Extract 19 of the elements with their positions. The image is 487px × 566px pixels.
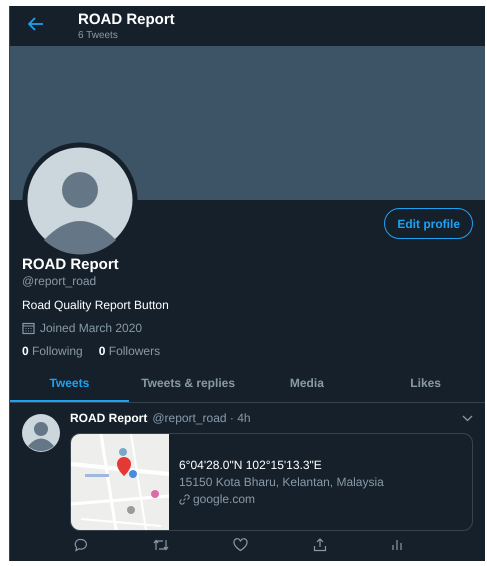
joined-date: Joined March 2020: [40, 321, 142, 335]
edit-profile-button[interactable]: Edit profile: [384, 208, 473, 239]
tweet-count: 6 Tweets: [78, 30, 119, 41]
profile-handle: @report_road: [22, 274, 98, 288]
card-address: 15150 Kota Bharu, Kelantan, Malaysia: [179, 475, 384, 489]
profile-tab[interactable]: Likes: [366, 364, 485, 402]
profile-name: ROAD Report: [22, 256, 120, 273]
tweet-author[interactable]: ROAD Report: [70, 411, 148, 425]
follow-stat-link[interactable]: 0 Following: [22, 344, 83, 358]
card-domain: google.com: [193, 492, 256, 506]
profile-title: ROAD Report: [78, 11, 175, 28]
profile-bio: Road Quality Report Button: [22, 298, 170, 312]
profile-tab[interactable]: Tweets: [10, 364, 129, 402]
profile-tab[interactable]: Media: [248, 364, 366, 402]
card-title: 6°04'28.0"N 102°15'13.3"E: [179, 458, 323, 472]
link-card[interactable]: 6°04'28.0"N 102°15'13.3"E 15150 Kota Bharu, Kelantan, Malaysia google.com: [70, 433, 473, 531]
follow-stat-link[interactable]: 0 Followers: [98, 344, 160, 358]
profile-tab[interactable]: Tweets & replies: [128, 364, 248, 402]
tweet-meta: @report_road · 4h: [152, 411, 251, 425]
